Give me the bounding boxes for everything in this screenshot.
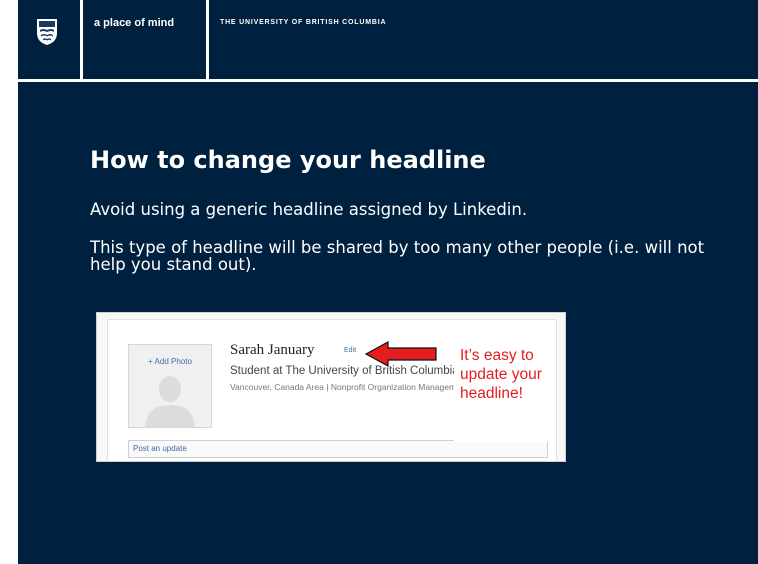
university-name: THE UNIVERSITY OF BRITISH COLUMBIA [220,19,387,26]
post-update-input[interactable]: Post an update [128,440,548,458]
callout-text: It’s easy to update your headline! [460,347,542,402]
profile-name: Sarah January [230,342,315,358]
slide: a place of mind THE UNIVERSITY OF BRITIS… [18,0,758,564]
header-band: a place of mind THE UNIVERSITY OF BRITIS… [18,0,758,80]
slide-title: How to change your headline [90,146,486,174]
profile-location: Vancouver, Canada Area | Nonprofit Organ… [230,382,462,392]
header-divider-1 [80,0,83,82]
edit-headline-link[interactable]: Edit [344,347,356,354]
ubc-crest-logo [37,19,57,45]
profile-card: + Add Photo Sarah January Edit Student a… [107,319,557,461]
tagline: a place of mind [94,17,175,29]
header-divider-2 [206,0,209,82]
industry-text: Nonprofit Organization Management [330,382,462,392]
avatar-silhouette-icon [145,376,195,427]
slide-paragraph-2: This type of headline will be shared by … [90,238,705,274]
header-rule [18,79,758,82]
location-text: Vancouver, Canada Area [230,382,324,392]
profile-photo-placeholder: + Add Photo [128,344,212,428]
slide-paragraph-1: Avoid using a generic headline assigned … [90,200,528,219]
linkedin-profile-screenshot: + Add Photo Sarah January Edit Student a… [96,312,566,462]
red-arrow-icon [364,340,437,368]
